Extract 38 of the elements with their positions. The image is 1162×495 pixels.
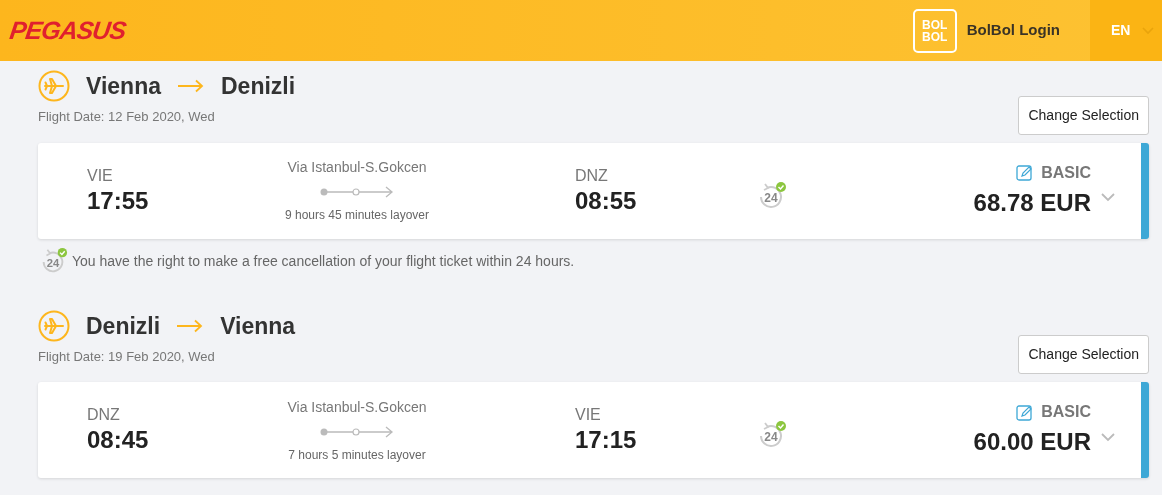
destination-city: Denizli xyxy=(221,72,296,101)
change-selection-button[interactable]: Change Selection xyxy=(1018,95,1149,135)
via-airport: Via Istanbul-S.Gokcen xyxy=(287,158,427,177)
airport-code: VIE xyxy=(575,405,602,425)
flight-time: 08:55 xyxy=(575,185,638,216)
fare-price: 68.78 EUR xyxy=(973,187,1091,218)
destination-city: Vienna xyxy=(220,311,296,341)
origin-city: Denizli xyxy=(86,311,161,341)
flight-date: Flight Date: 19 Feb 2020, Wed xyxy=(38,347,215,366)
chevron-down-icon[interactable] xyxy=(1101,193,1115,202)
bolbol-logo: BOL BOL xyxy=(912,8,957,53)
cancellation-notice: You have the right to make a free cancellation of your flight ticket within 24 hours. xyxy=(72,252,575,271)
airport-code: VIE xyxy=(87,165,114,186)
airport-code: DNZ xyxy=(575,165,609,186)
plane-icon xyxy=(38,70,70,103)
via-airport: Via Istanbul-S.Gokcen xyxy=(287,397,427,417)
fare-class: BASIC xyxy=(1041,402,1091,422)
airport-code: DNZ xyxy=(87,405,121,425)
layover-duration: 9 hours 45 minutes layover xyxy=(284,207,430,224)
logo: PEGASUS xyxy=(7,14,128,46)
flight-time: 08:45 xyxy=(87,425,150,455)
layover-duration: 7 hours 5 minutes layover xyxy=(288,446,426,464)
change-selection-button[interactable]: Change Selection xyxy=(1018,335,1149,374)
arrow-right-icon xyxy=(177,79,205,94)
route-icon xyxy=(320,425,394,438)
chevron-down-icon[interactable] xyxy=(1101,432,1115,442)
route-icon xyxy=(320,186,394,198)
flight-time: 17:15 xyxy=(575,425,638,455)
arrow-right-icon xyxy=(176,318,205,333)
login-link[interactable]: BolBol Login xyxy=(966,19,1060,42)
fare-price: 60.00 EUR xyxy=(973,427,1091,457)
fare-class: BASIC xyxy=(1041,162,1091,183)
flight-date: Flight Date: 12 Feb 2020, Wed xyxy=(38,108,215,126)
origin-city: Vienna xyxy=(86,72,161,101)
plane-icon xyxy=(38,309,70,342)
edit-icon xyxy=(1016,403,1034,421)
edit-icon xyxy=(1016,164,1034,181)
flight-time: 17:55 xyxy=(87,185,150,216)
